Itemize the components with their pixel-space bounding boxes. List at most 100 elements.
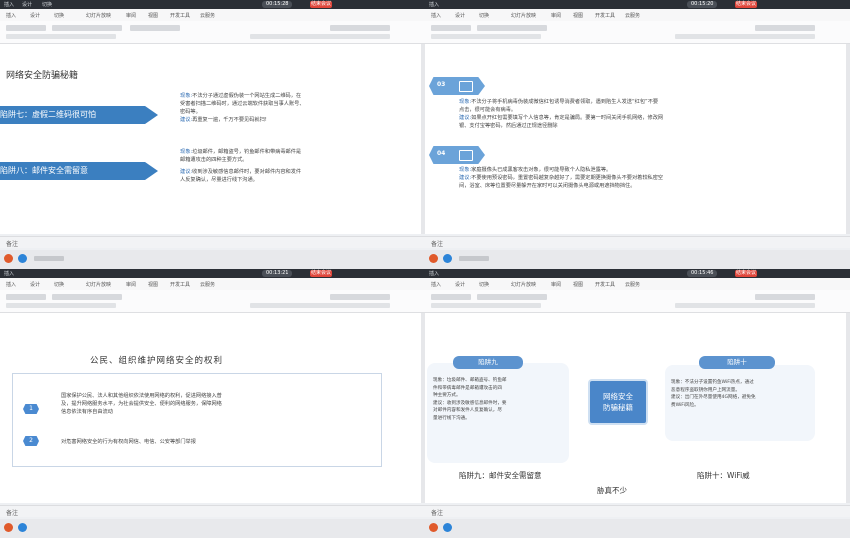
menu-item[interactable]: 幻灯片放映 xyxy=(511,12,536,19)
ribbon-group[interactable] xyxy=(675,34,815,39)
menu-item[interactable]: 切换 xyxy=(479,12,489,19)
app-icon[interactable] xyxy=(429,254,438,263)
menu-item[interactable]: 设计 xyxy=(30,281,40,288)
trap7-banner: 陷阱七：虚假二维码很可怕 xyxy=(0,106,158,124)
text-line: 现象：不法分子设置钓鱼WiFi热点，通过 xyxy=(671,380,754,385)
menu-item[interactable]: 幻灯片放映 xyxy=(511,281,536,288)
menu-item[interactable]: 开发工具 xyxy=(170,12,190,19)
menu-item[interactable]: 开发工具 xyxy=(595,281,615,288)
ribbon-group[interactable] xyxy=(431,294,471,300)
text-line: 不法分子将手机病毒伪装成微信红包诱导消费者领取，遇到陷生人发送“红包”不要 xyxy=(471,99,659,105)
meeting-toolbar: 插入 00:15:46 结束会议 xyxy=(425,269,850,278)
ribbon-group[interactable] xyxy=(130,25,180,31)
ribbon-group[interactable] xyxy=(477,25,547,31)
menu-item[interactable]: 幻灯片放映 xyxy=(86,281,111,288)
menu-item[interactable]: 云服务 xyxy=(200,281,215,288)
ribbon-group[interactable] xyxy=(52,294,122,300)
ribbon-group[interactable] xyxy=(431,34,541,39)
vertical-scrollbar[interactable] xyxy=(846,44,850,234)
taskbar-item[interactable] xyxy=(34,256,64,261)
notes-label: 备注 xyxy=(431,510,444,517)
menu-item[interactable]: 视图 xyxy=(573,12,583,19)
end-meeting-button[interactable]: 结束会议 xyxy=(735,270,757,277)
menu-item[interactable]: 视图 xyxy=(573,281,583,288)
app-icon[interactable] xyxy=(18,523,27,532)
notes-pane[interactable]: 备注 xyxy=(425,236,850,248)
menu-item[interactable]: 插入 xyxy=(431,281,441,288)
number-badge: 1 xyxy=(23,404,39,414)
menu-item[interactable]: 插入 xyxy=(6,281,16,288)
menu-item[interactable]: 开发工具 xyxy=(595,12,615,19)
trap9-title: 陷阱九 xyxy=(453,356,523,369)
menu-item[interactable]: 云服务 xyxy=(200,12,215,19)
menu-insert[interactable]: 插入 xyxy=(429,270,439,277)
badge-04: 04 xyxy=(429,146,485,164)
menu-item[interactable]: 设计 xyxy=(455,12,465,19)
ribbon-group[interactable] xyxy=(330,294,390,300)
app-icon[interactable] xyxy=(18,254,27,263)
menu-item[interactable]: 审阅 xyxy=(551,12,561,19)
ribbon-group[interactable] xyxy=(330,25,390,31)
menu-insert[interactable]: 插入 xyxy=(429,1,439,8)
menu-item[interactable]: 插入 xyxy=(431,12,441,19)
ribbon-group[interactable] xyxy=(431,303,541,308)
menu-transition[interactable]: 切换 xyxy=(42,1,52,8)
text-line: 受害者扫描二维码时，通过云端软件获取当事人账号、 xyxy=(180,101,305,107)
app-icon[interactable] xyxy=(429,523,438,532)
menu-insert[interactable]: 插入 xyxy=(4,270,14,277)
text-line: 种主要方式。 xyxy=(433,393,461,398)
ribbon-group[interactable] xyxy=(477,294,547,300)
menu-item[interactable]: 切换 xyxy=(54,281,64,288)
ribbon-group[interactable] xyxy=(431,25,471,31)
text-line: 收到涉及敏感信息邮件时，要对邮件内容和发件 xyxy=(192,169,302,175)
ribbon-group[interactable] xyxy=(755,294,815,300)
end-meeting-button[interactable]: 结束会议 xyxy=(310,270,332,277)
notes-pane[interactable]: 备注 xyxy=(425,505,850,517)
ribbon-toolbar xyxy=(0,290,425,313)
menu-insert[interactable]: 插入 xyxy=(4,1,14,8)
notes-pane[interactable]: 备注 xyxy=(0,236,425,248)
meeting-timer: 00:15:46 xyxy=(687,270,718,277)
text-line: 如果点开红包需要填写个人信息等，肯定是骗局。要第一时间关闭手机网络，修改网 xyxy=(471,115,664,121)
menu-item[interactable]: 幻灯片放映 xyxy=(86,12,111,19)
point3-text: 现象:不法分子将手机病毒伪装成微信红包诱导消费者领取，遇到陷生人发送“红包”不要… xyxy=(459,98,844,130)
ribbon-group[interactable] xyxy=(6,34,116,39)
menu-item[interactable]: 审阅 xyxy=(551,281,561,288)
ribbon-group[interactable] xyxy=(52,25,122,31)
notes-pane[interactable]: 备注 xyxy=(0,505,425,517)
end-meeting-button[interactable]: 结束会议 xyxy=(310,1,332,8)
app-icon[interactable] xyxy=(4,254,13,263)
ribbon-group[interactable] xyxy=(675,303,815,308)
app-icon[interactable] xyxy=(443,254,452,263)
menu-item[interactable]: 切换 xyxy=(54,12,64,19)
taskbar-item[interactable] xyxy=(459,256,489,261)
end-meeting-button[interactable]: 结束会议 xyxy=(735,1,757,8)
ribbon-group[interactable] xyxy=(6,25,46,31)
text-line: 点击，很可能会有病毒。 xyxy=(459,107,517,113)
notes-label: 备注 xyxy=(6,510,19,517)
ribbon-group[interactable] xyxy=(6,303,116,308)
menu-item[interactable]: 审阅 xyxy=(126,12,136,19)
app-icon[interactable] xyxy=(4,523,13,532)
vertical-scrollbar[interactable] xyxy=(846,313,850,503)
menu-item[interactable]: 设计 xyxy=(455,281,465,288)
menu-item[interactable]: 云服务 xyxy=(625,281,640,288)
menu-item[interactable]: 云服务 xyxy=(625,12,640,19)
meeting-toolbar: 插入 00:13:21 结束会议 xyxy=(0,269,425,278)
ribbon-group[interactable] xyxy=(755,25,815,31)
ribbon-toolbar xyxy=(0,21,425,44)
menu-item[interactable]: 视图 xyxy=(148,12,158,19)
menu-item[interactable]: 开发工具 xyxy=(170,281,190,288)
ribbon-group[interactable] xyxy=(250,34,390,39)
menu-item[interactable]: 审阅 xyxy=(126,281,136,288)
menu-item[interactable]: 设计 xyxy=(30,12,40,19)
text-line: 密码等。 xyxy=(180,109,201,115)
menu-item[interactable]: 切换 xyxy=(479,281,489,288)
menu-item[interactable]: 插入 xyxy=(6,12,16,19)
app-icon[interactable] xyxy=(443,523,452,532)
ribbon-group[interactable] xyxy=(6,294,46,300)
slide-canvas: 网络安全防骗秘籍 陷阱七：虚假二维码很可怕 陷阱八：邮件安全需留意 现象:不法分… xyxy=(0,44,425,234)
ribbon-group[interactable] xyxy=(250,303,390,308)
menu-design[interactable]: 设计 xyxy=(22,1,32,8)
menu-item[interactable]: 视图 xyxy=(148,281,158,288)
